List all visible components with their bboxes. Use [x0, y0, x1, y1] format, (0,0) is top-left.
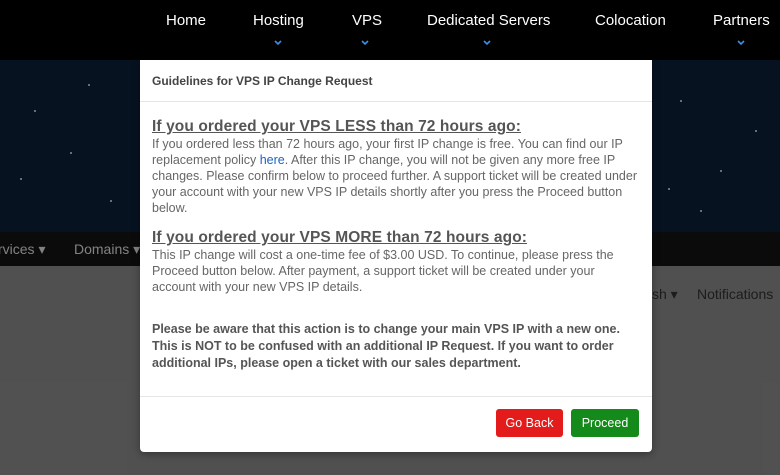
nav-hosting[interactable]: Hosting: [253, 12, 304, 29]
modal-title: Guidelines for VPS IP Change Request: [152, 74, 373, 88]
modal-header: Guidelines for VPS IP Change Request: [140, 60, 652, 102]
nav-vps[interactable]: VPS: [352, 12, 382, 29]
nav-colocation[interactable]: Colocation: [595, 12, 666, 29]
section-text: This IP change will cost a one-time fee …: [152, 248, 614, 294]
chevron-down-icon: [737, 40, 745, 48]
chevron-down-icon: [361, 40, 369, 48]
warning-note: Please be aware that this action is to c…: [152, 322, 620, 370]
section-text: If you ordered less than 72 hours ago, y…: [152, 136, 640, 216]
nav-dedicated-servers[interactable]: Dedicated Servers: [427, 12, 550, 29]
top-navigation: Home Hosting VPS Dedicated Servers Coloc…: [0, 0, 780, 60]
ip-policy-link[interactable]: here: [260, 153, 285, 167]
section-more-than-72h: If you ordered your VPS MORE than 72 hou…: [152, 229, 640, 295]
section-heading: If you ordered your VPS LESS than 72 hou…: [152, 118, 522, 135]
chevron-down-icon: [483, 40, 491, 48]
ip-change-modal: Guidelines for VPS IP Change Request If …: [140, 60, 652, 452]
modal-footer: Go Back Proceed: [140, 396, 652, 452]
nav-partners[interactable]: Partners: [713, 12, 770, 29]
section-heading: If you ordered your VPS MORE than 72 hou…: [152, 229, 528, 246]
section-less-than-72h: If you ordered your VPS LESS than 72 hou…: [152, 118, 640, 216]
modal-body: If you ordered your VPS LESS than 72 hou…: [140, 102, 652, 372]
nav-home[interactable]: Home: [166, 12, 206, 29]
go-back-button[interactable]: Go Back: [496, 409, 563, 437]
chevron-down-icon: [274, 40, 282, 48]
proceed-button[interactable]: Proceed: [571, 409, 639, 437]
